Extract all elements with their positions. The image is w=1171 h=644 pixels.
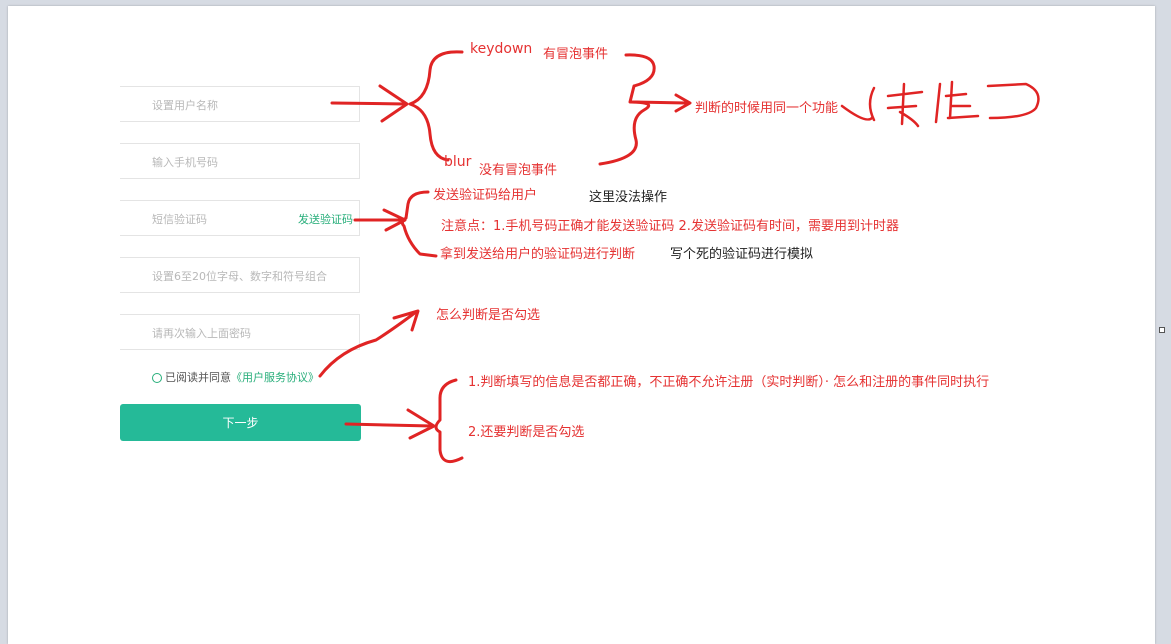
note-send-code: 发送验证码给用户 bbox=[433, 188, 538, 203]
password-field[interactable]: 设置6至20位字母、数字和符号组合 bbox=[120, 257, 360, 293]
agree-checkbox[interactable] bbox=[152, 373, 162, 383]
phone-field[interactable]: 输入手机号码 bbox=[120, 143, 360, 179]
next-step-button[interactable]: 下一步 bbox=[120, 404, 361, 441]
agree-text: 已阅读并同意 bbox=[165, 371, 231, 384]
note-check-agree-again: 2.还要判断是否勾选 bbox=[468, 425, 585, 440]
password-placeholder: 设置6至20位字母、数字和符号组合 bbox=[152, 270, 327, 283]
sms-code-field[interactable]: 短信验证码 发送验证码 bbox=[120, 200, 360, 236]
confirm-password-field[interactable]: 请再次输入上面密码 bbox=[120, 314, 360, 350]
send-code-button[interactable]: 发送验证码 bbox=[298, 211, 353, 227]
note-validate-all: 1.判断填写的信息是否都正确，不正确不允许注册（实时判断）· 怎么和注册的事件同… bbox=[468, 375, 990, 390]
resize-handle-right[interactable] bbox=[1159, 327, 1165, 333]
note-keydown: keydown bbox=[470, 41, 533, 57]
phone-placeholder: 输入手机号码 bbox=[152, 156, 218, 169]
username-field[interactable]: 设置用户名称 bbox=[120, 86, 360, 122]
note-keydown-bubble: 有冒泡事件 bbox=[543, 47, 609, 62]
note-cautions: 注意点：1.手机号码正确才能发送验证码 2.发送验证码有时间，需要用到计时器 bbox=[441, 219, 899, 234]
sms-code-placeholder: 短信验证码 bbox=[152, 213, 207, 226]
note-mock-code: 写个死的验证码进行模拟 bbox=[670, 247, 814, 262]
note-blur-bubble: 没有冒泡事件 bbox=[479, 163, 558, 178]
note-verify-code: 拿到发送给用户的验证码进行判断 bbox=[440, 247, 636, 262]
agreement-row: 已阅读并同意《用户服务协议》 bbox=[152, 369, 319, 385]
note-same-function: 判断的时候用同一个功能 bbox=[695, 101, 839, 116]
note-blur: blur bbox=[444, 154, 472, 170]
confirm-password-placeholder: 请再次输入上面密码 bbox=[152, 327, 251, 340]
agreement-link[interactable]: 《用户服务协议》 bbox=[231, 371, 319, 384]
note-check-agree: 怎么判断是否勾选 bbox=[436, 308, 541, 323]
note-no-operation: 这里没法操作 bbox=[589, 190, 668, 205]
username-placeholder: 设置用户名称 bbox=[152, 99, 218, 112]
